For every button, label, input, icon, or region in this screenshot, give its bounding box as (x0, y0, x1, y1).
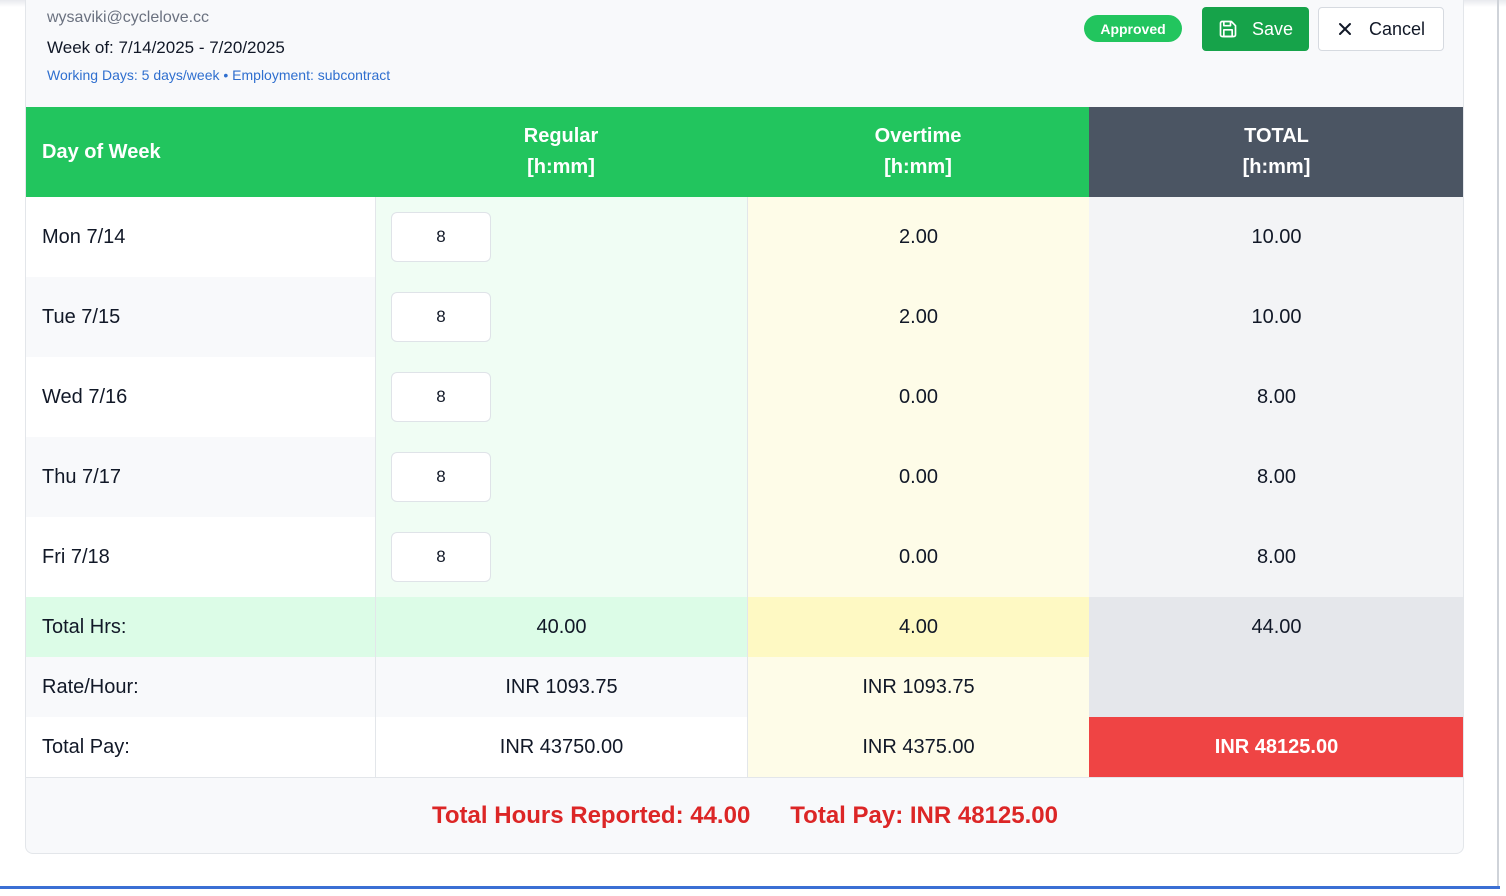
header-regular-unit: [h:mm] (527, 156, 595, 178)
save-button[interactable]: Save (1202, 7, 1309, 51)
overtime-value: 2.00 (747, 277, 1089, 357)
regular-hours-input[interactable]: 8 (391, 532, 491, 582)
total-value: 8.00 (1089, 357, 1463, 437)
regular-pay: INR 43750.00 (375, 717, 747, 777)
regular-hours-input[interactable]: 8 (391, 212, 491, 262)
table-row: Fri 7/18 8 0.00 8.00 (26, 517, 1463, 597)
close-icon (1337, 21, 1353, 37)
total-pay-row: Total Pay: INR 43750.00 INR 4375.00 INR … (26, 717, 1463, 777)
overtime-value: 0.00 (747, 517, 1089, 597)
day-label: Tue 7/15 (26, 277, 375, 357)
save-button-label: Save (1251, 18, 1294, 39)
grand-total-pay: INR 48125.00 (1089, 717, 1463, 777)
regular-cell: 8 (375, 277, 747, 357)
employment-info: Working Days: 5 days/week • Employment: … (47, 67, 391, 83)
header-regular-label: Regular (523, 125, 599, 147)
overtime-pay: INR 4375.00 (747, 717, 1089, 777)
total-value: 10.00 (1089, 197, 1463, 277)
overtime-value: 0.00 (747, 437, 1089, 517)
day-label: Fri 7/18 (26, 517, 375, 597)
total-hours-label: Total Hrs: (26, 597, 375, 657)
total-value: 8.00 (1089, 517, 1463, 597)
header-overtime-label: Overtime (874, 125, 962, 147)
total-hours-row: Total Hrs: 40.00 4.00 44.00 (26, 597, 1463, 657)
total-pay-summary: Total Pay: INR 48125.00 (790, 802, 1058, 829)
window-border-bottom (0, 886, 1500, 889)
header-total: TOTAL [h:mm] (1089, 107, 1463, 197)
regular-hours-input[interactable]: 8 (391, 292, 491, 342)
total-hours-reported: Total Hours Reported: 44.00 (432, 802, 751, 829)
summary-footer: Total Hours Reported: 44.00 Total Pay: I… (26, 777, 1463, 853)
table-header-row: Day of Week Regular [h:mm] Overtime [h:m… (26, 107, 1463, 197)
status-badge: Approved (1084, 15, 1182, 42)
timesheet-table: Day of Week Regular [h:mm] Overtime [h:m… (26, 107, 1463, 777)
total-value: 8.00 (1089, 437, 1463, 517)
table-row: Mon 7/14 8 2.00 10.00 (26, 197, 1463, 277)
total-value: 10.00 (1089, 277, 1463, 357)
rate-row: Rate/Hour: INR 1093.75 INR 1093.75 (26, 657, 1463, 717)
header-total-label: TOTAL (1244, 125, 1309, 147)
regular-cell: 8 (375, 437, 747, 517)
overtime-value: 0.00 (747, 357, 1089, 437)
total-regular-hours: 40.00 (375, 597, 747, 657)
cancel-button-label: Cancel (1368, 18, 1426, 39)
overtime-rate: INR 1093.75 (747, 657, 1089, 717)
window-border-right (1497, 0, 1499, 889)
total-all-hours: 44.00 (1089, 597, 1463, 657)
week-range: Week of: 7/14/2025 - 7/20/2025 (47, 38, 285, 57)
total-pay-label: Total Pay: (26, 717, 375, 777)
rate-label: Rate/Hour: (26, 657, 375, 717)
header-regular: Regular [h:mm] (375, 107, 747, 197)
table-row: Thu 7/17 8 0.00 8.00 (26, 437, 1463, 517)
day-label: Mon 7/14 (26, 197, 375, 277)
employee-email: wysaviki@cyclelove.cc (47, 9, 210, 26)
header-total-unit: [h:mm] (1242, 156, 1311, 178)
regular-rate: INR 1093.75 (375, 657, 747, 717)
day-label: Thu 7/17 (26, 437, 375, 517)
timesheet-card: wysaviki@cyclelove.cc Week of: 7/14/2025… (25, 0, 1464, 854)
regular-cell: 8 (375, 357, 747, 437)
header-day-of-week: Day of Week (26, 107, 375, 197)
regular-hours-input[interactable]: 8 (391, 452, 491, 502)
total-overtime-hours: 4.00 (747, 597, 1089, 657)
table-row: Tue 7/15 8 2.00 10.00 (26, 277, 1463, 357)
header-overtime-unit: [h:mm] (884, 156, 952, 178)
header-overtime: Overtime [h:mm] (747, 107, 1089, 197)
total-rate (1089, 657, 1463, 717)
table-row: Wed 7/16 8 0.00 8.00 (26, 357, 1463, 437)
regular-hours-input[interactable]: 8 (391, 372, 491, 422)
cancel-button[interactable]: Cancel (1318, 7, 1444, 51)
floppy-disk-icon (1218, 19, 1238, 39)
overtime-value: 2.00 (747, 197, 1089, 277)
regular-cell: 8 (375, 517, 747, 597)
regular-cell: 8 (375, 197, 747, 277)
day-label: Wed 7/16 (26, 357, 375, 437)
